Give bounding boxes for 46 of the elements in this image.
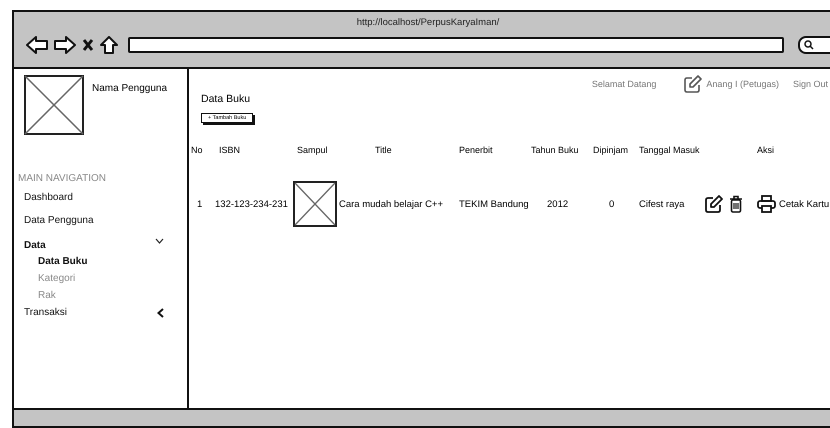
printer-icon [757,195,776,213]
table-cell-text: 0 [608,198,616,210]
user-name: Nama Pengguna [92,83,168,94]
table-cell-text: 1 [196,198,204,210]
column-header: Tahun Buku [531,145,580,155]
column-header: Tanggal Masuk [639,145,701,155]
chevron-left-icon[interactable] [157,308,164,318]
nav-section-title: MAIN NAVIGATION [18,173,107,184]
nav-subitem[interactable]: Rak [38,290,187,301]
nav-item[interactable]: Dashboard [24,192,73,203]
column-header: ISBN [218,145,242,155]
nav-item[interactable]: Data [24,240,46,250]
trash-icon[interactable] [729,195,743,213]
cover-placeholder [293,181,337,227]
table-cell-text: 132-123-234-231 [215,198,289,210]
nav-subitem[interactable]: Kategori [38,273,187,284]
close-icon[interactable] [82,38,94,52]
page-title: Data Buku [201,93,252,105]
address-bar[interactable] [128,37,784,53]
print-card-button[interactable]: Cetak Kartu [757,195,830,213]
home-icon[interactable] [100,36,118,54]
column-header: Aksi [756,145,775,155]
nav-item[interactable]: Data Pengguna [24,215,94,226]
table-cell-text: Cifest raya [639,198,686,210]
url-text: http://localhost/PerpusKaryaIman/ [356,17,500,28]
search-field[interactable] [798,36,830,54]
column-header: Sampul [296,145,329,155]
table-cell-text: Cara mudah belajar C++ [339,198,444,210]
nav-subitem[interactable]: Data Buku [38,256,187,267]
table-cell-text: 2012 [546,198,570,210]
column-header: Penerbit [459,145,494,155]
search-icon [804,40,814,50]
column-header: Dipinjam [593,145,630,155]
column-header: Title [374,145,393,155]
column-header: No [191,145,204,155]
edit-icon[interactable] [705,195,723,213]
greeting-text: Selamat Datang [592,79,656,89]
edit-icon[interactable] [684,75,702,93]
avatar-placeholder [24,75,84,135]
nav-item[interactable]: Transaksi [24,307,67,318]
chevron-down-icon[interactable] [155,238,164,244]
back-icon[interactable] [26,36,48,54]
table-cell-text: TEKIM Bandung [459,198,530,210]
sign-out-link[interactable]: Sign Out [792,79,828,89]
forward-icon[interactable] [54,36,76,54]
user-role-text: Anang I (Petugas) [706,79,779,89]
